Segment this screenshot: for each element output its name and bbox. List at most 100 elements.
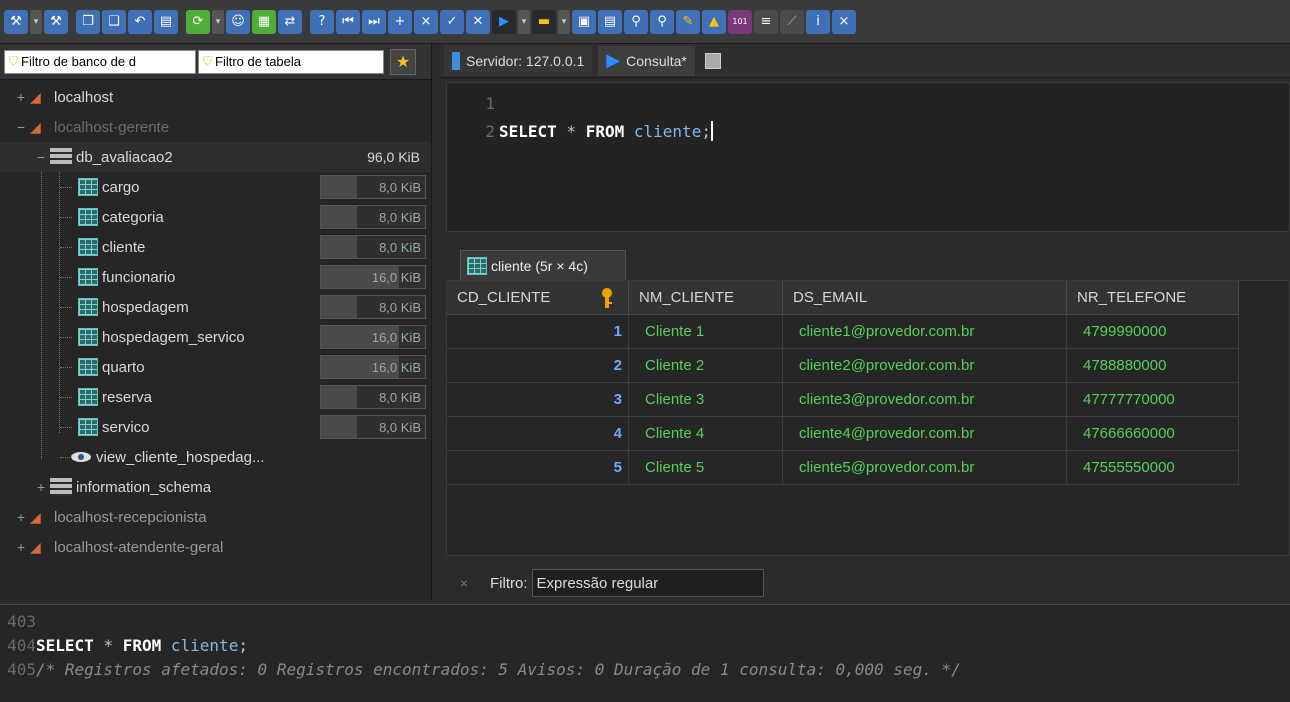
column-header-cd-cliente[interactable]: CD_CLIENTE: [447, 281, 629, 315]
clean-icon[interactable]: ✎: [676, 9, 700, 34]
filter-regex-input[interactable]: Expressão regular: [531, 569, 764, 597]
result-filter-bar: × Filtro: Expressão regular: [446, 566, 1290, 600]
table-filter-input[interactable]: ⛉ Filtro de tabela: [198, 49, 384, 74]
result-grid: CD_CLIENTE NM_CLIENTE DS_EMAIL NR_TELEFO…: [446, 280, 1290, 556]
cell-ds-email[interactable]: cliente2@provedor.com.br: [783, 349, 1067, 383]
tree-session-localhost-recepcionista[interactable]: + ◢ localhost-recepcionista: [0, 502, 430, 532]
collapse-minus-icon[interactable]: −: [36, 149, 46, 165]
cell-nr-telefone[interactable]: 4788880000: [1067, 349, 1239, 383]
save-snippet-icon[interactable]: ▤: [598, 9, 622, 34]
export-csv-icon[interactable]: ▦: [252, 9, 276, 34]
cell-nr-telefone[interactable]: 4799990000: [1067, 315, 1239, 349]
cell-nr-telefone[interactable]: 47666660000: [1067, 417, 1239, 451]
session-manager-dropdown-icon[interactable]: ▾: [30, 9, 42, 34]
cell-nr-telefone[interactable]: 47555550000: [1067, 451, 1239, 485]
cancel-changes-icon[interactable]: ✕: [466, 9, 490, 34]
open-file-icon[interactable]: ▬: [532, 9, 556, 34]
info-icon[interactable]: i: [806, 9, 830, 34]
cell-cd-cliente[interactable]: 5: [447, 451, 629, 485]
close-icon[interactable]: ×: [832, 9, 856, 34]
database-tree-panel: ⛉ Filtro de banco de d ⛉ Filtro de tabel…: [0, 44, 432, 600]
tree-view-cliente-hospedagem[interactable]: view_cliente_hospedag...: [0, 442, 430, 472]
cell-ds-email[interactable]: cliente5@provedor.com.br: [783, 451, 1067, 485]
first-record-icon[interactable]: ⏮: [336, 9, 360, 34]
wrap-icon[interactable]: ≡: [754, 9, 778, 34]
users-icon[interactable]: ☺: [226, 9, 250, 34]
tree-table-servico[interactable]: servico 8,0 KiB: [0, 412, 430, 442]
paste-icon[interactable]: ❑: [102, 9, 126, 34]
post-changes-icon[interactable]: ✓: [440, 9, 464, 34]
tree-table-reserva[interactable]: reserva 8,0 KiB: [0, 382, 430, 412]
print-icon[interactable]: ▤: [154, 9, 178, 34]
tab-query[interactable]: ▶ Consulta*: [598, 45, 695, 76]
link-icon[interactable]: ⟋: [780, 9, 804, 34]
tree-table-cargo[interactable]: cargo 8,0 KiB: [0, 172, 430, 202]
table-size-bar: 8,0 KiB: [320, 385, 426, 409]
column-header-ds-email[interactable]: DS_EMAIL: [783, 281, 1067, 315]
tree-table-hospedagem[interactable]: hospedagem 8,0 KiB: [0, 292, 430, 322]
favorites-star-icon[interactable]: ★: [390, 48, 416, 75]
run-query-icon[interactable]: ▶: [492, 9, 516, 34]
cell-cd-cliente[interactable]: 1: [447, 315, 629, 349]
cell-cd-cliente[interactable]: 2: [447, 349, 629, 383]
expand-plus-icon[interactable]: +: [16, 509, 26, 525]
cell-ds-email[interactable]: cliente4@provedor.com.br: [783, 417, 1067, 451]
open-file-dropdown-icon[interactable]: ▾: [558, 9, 570, 34]
run-query-dropdown-icon[interactable]: ▾: [518, 9, 530, 34]
help-icon[interactable]: ?: [310, 9, 334, 34]
database-filter-input[interactable]: ⛉ Filtro de banco de d: [4, 49, 196, 74]
tree-session-localhost-gerente[interactable]: − ◢ localhost-gerente: [0, 112, 430, 142]
expand-plus-icon[interactable]: +: [16, 89, 26, 105]
find-icon[interactable]: ⚲: [624, 9, 648, 34]
cell-nm-cliente[interactable]: Cliente 3: [629, 383, 783, 417]
column-header-nm-cliente[interactable]: NM_CLIENTE: [629, 281, 783, 315]
sql-editor[interactable]: 1 2 SELECT * FROM cliente;: [446, 82, 1290, 232]
expand-plus-icon[interactable]: +: [36, 479, 46, 495]
refresh-dropdown-icon[interactable]: ▾: [212, 9, 224, 34]
replace-icon[interactable]: ⚲: [650, 9, 674, 34]
session-manager-icon[interactable]: ⚒: [4, 9, 28, 34]
undo-icon[interactable]: ↶: [128, 9, 152, 34]
cell-ds-email[interactable]: cliente3@provedor.com.br: [783, 383, 1067, 417]
tree-table-cliente[interactable]: cliente 8,0 KiB: [0, 232, 430, 262]
last-record-icon[interactable]: ⏭: [362, 9, 386, 34]
result-tab[interactable]: cliente (5r × 4c): [460, 250, 626, 280]
database-tree: + ◢ localhost − ◢ localhost-gerente − db…: [0, 80, 431, 600]
tab-server[interactable]: Servidor: 127.0.0.1: [444, 45, 593, 76]
cell-nr-telefone[interactable]: 47777770000: [1067, 383, 1239, 417]
new-query-tab-button[interactable]: [701, 46, 725, 76]
disconnect-icon[interactable]: ⚒: [44, 9, 68, 34]
cell-cd-cliente[interactable]: 4: [447, 417, 629, 451]
filter-icon: ⛉: [9, 54, 19, 68]
warning-icon[interactable]: ▲: [702, 9, 726, 34]
tree-table-funcionario[interactable]: funcionario 16,0 KiB: [0, 262, 430, 292]
tree-session-localhost[interactable]: + ◢ localhost: [0, 82, 430, 112]
copy-icon[interactable]: ❐: [76, 9, 100, 34]
insert-row-icon[interactable]: +: [388, 9, 412, 34]
table-icon: [78, 358, 98, 376]
dolphin-icon: ◢: [30, 509, 41, 525]
cell-nm-cliente[interactable]: Cliente 1: [629, 315, 783, 349]
expand-plus-icon[interactable]: +: [16, 539, 26, 555]
import-icon[interactable]: ⇄: [278, 9, 302, 34]
delete-row-icon[interactable]: ×: [414, 9, 438, 34]
cell-ds-email[interactable]: cliente1@provedor.com.br: [783, 315, 1067, 349]
table-size-bar: 8,0 KiB: [320, 235, 426, 259]
tree-table-quarto[interactable]: quarto 16,0 KiB: [0, 352, 430, 382]
cell-cd-cliente[interactable]: 3: [447, 383, 629, 417]
tree-database-db-avaliacao2[interactable]: − db_avaliacao2 96,0 KiB: [0, 142, 430, 172]
column-header-nr-telefone[interactable]: NR_TELEFONE: [1067, 281, 1239, 315]
cell-nm-cliente[interactable]: Cliente 5: [629, 451, 783, 485]
cell-nm-cliente[interactable]: Cliente 4: [629, 417, 783, 451]
refresh-icon[interactable]: ⟳: [186, 9, 210, 34]
binary-icon[interactable]: 101: [728, 9, 752, 34]
save-icon[interactable]: ▣: [572, 9, 596, 34]
tree-database-information-schema[interactable]: + information_schema: [0, 472, 430, 502]
tree-table-hospedagem-servico[interactable]: hospedagem_servico 16,0 KiB: [0, 322, 430, 352]
close-filter-icon[interactable]: ×: [446, 575, 482, 591]
tree-session-localhost-atendente-geral[interactable]: + ◢ localhost-atendente-geral: [0, 532, 430, 562]
cell-nm-cliente[interactable]: Cliente 2: [629, 349, 783, 383]
tree-table-categoria[interactable]: categoria 8,0 KiB: [0, 202, 430, 232]
database-size: 96,0 KiB: [367, 149, 420, 165]
collapse-minus-icon[interactable]: −: [16, 119, 26, 135]
